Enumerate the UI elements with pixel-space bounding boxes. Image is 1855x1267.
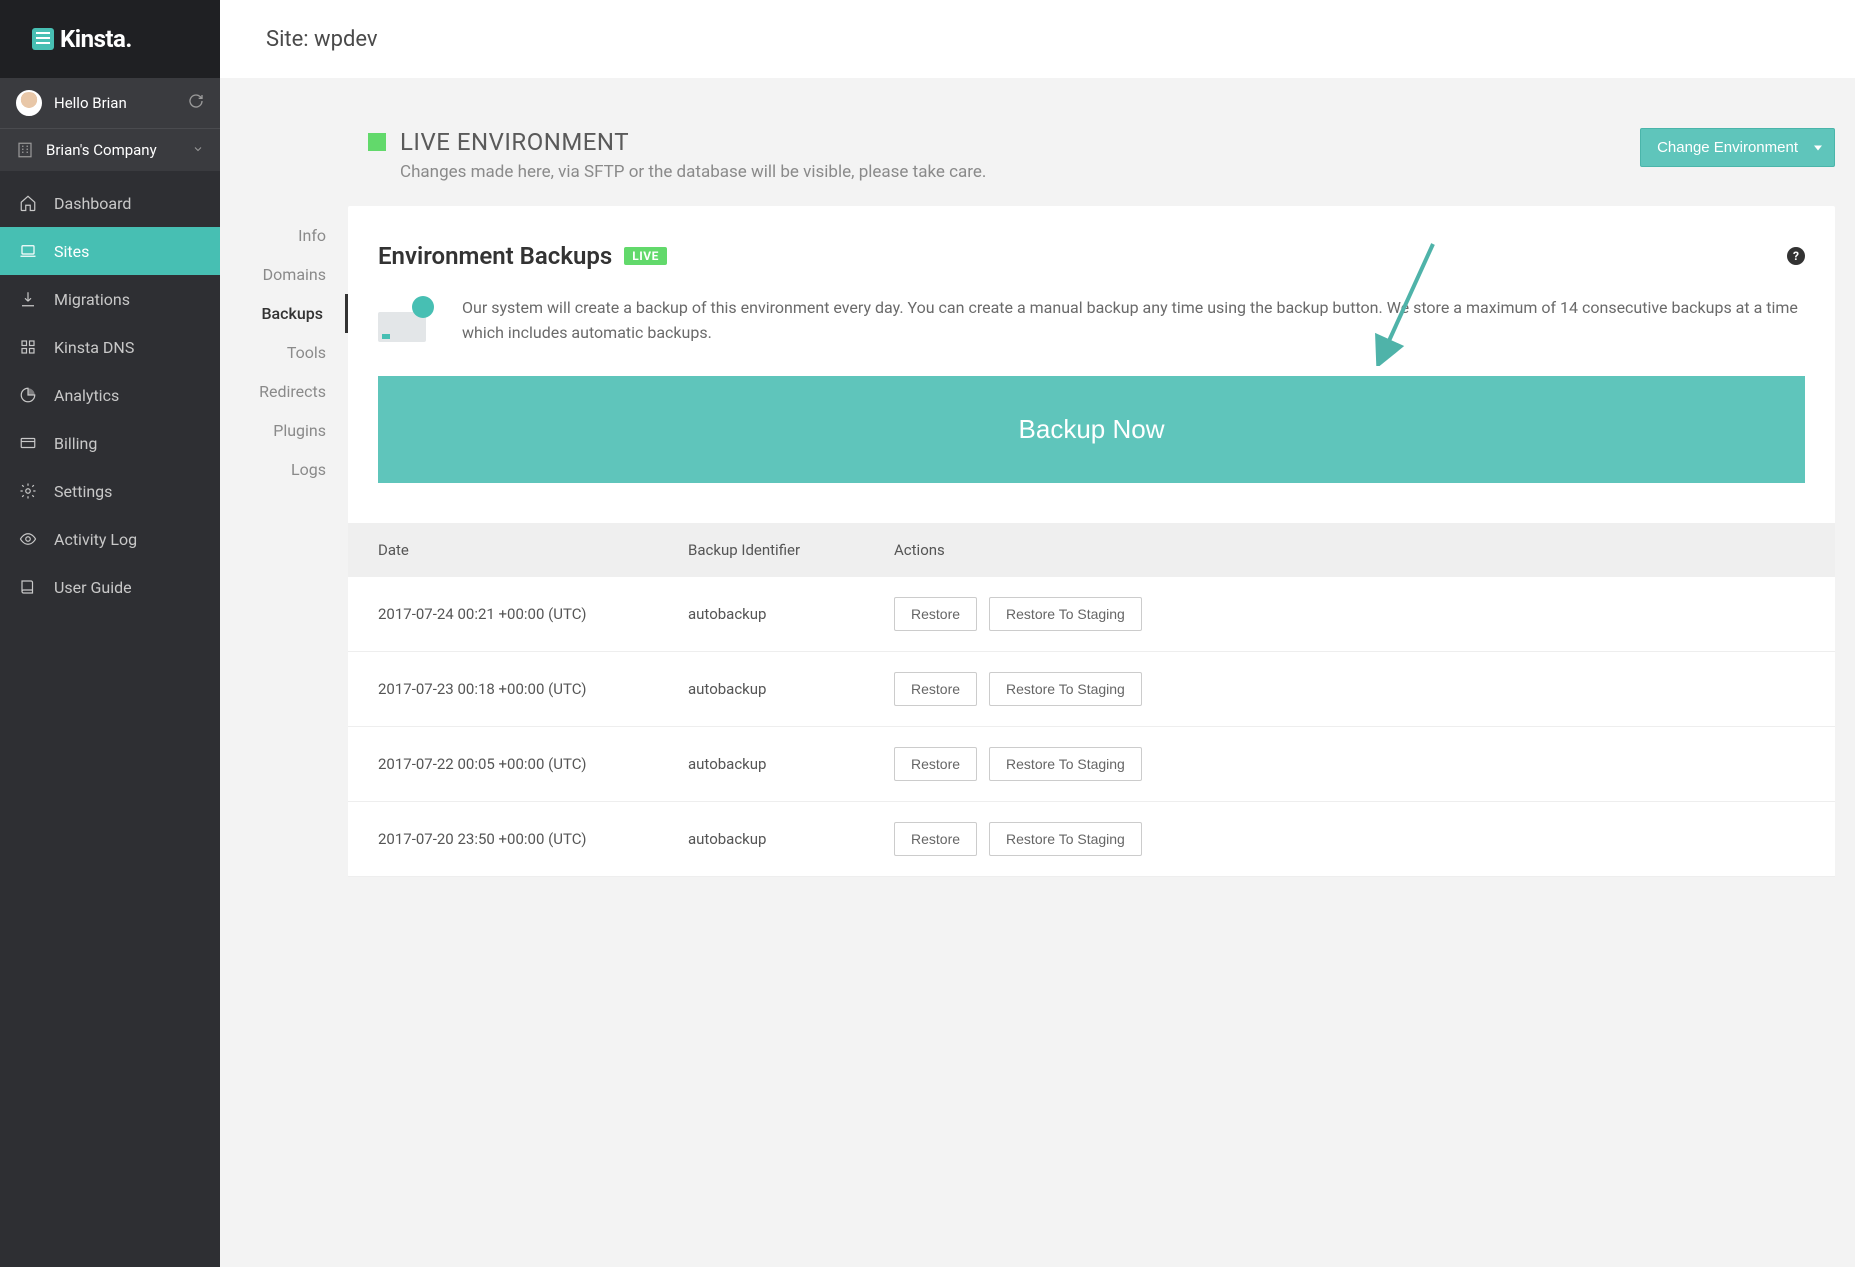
backup-date: 2017-07-24 00:21 +00:00 (UTC) — [378, 605, 688, 623]
subnav-item-redirects[interactable]: Redirects — [220, 372, 348, 411]
grid-icon — [18, 337, 38, 357]
info-row: Our system will create a backup of this … — [378, 296, 1805, 346]
help-icon[interactable]: ? — [1787, 247, 1805, 265]
backup-identifier: autobackup — [688, 605, 894, 623]
sidebar-item-label: Analytics — [54, 386, 119, 405]
backup-now-button[interactable]: Backup Now — [378, 376, 1805, 483]
building-icon — [16, 141, 34, 159]
sidebar-item-analytics[interactable]: Analytics — [0, 371, 220, 419]
user-block: Hello Brian Brian's Company — [0, 78, 220, 171]
table-row: 2017-07-23 00:18 +00:00 (UTC)autobackupR… — [348, 652, 1835, 727]
table-row: 2017-07-20 23:50 +00:00 (UTC)autobackupR… — [348, 802, 1835, 877]
env-title: LIVE ENVIRONMENT — [400, 128, 986, 156]
eye-icon — [18, 529, 38, 549]
company-selector[interactable]: Brian's Company — [0, 128, 220, 171]
backups-table: Date Backup Identifier Actions 2017-07-2… — [348, 523, 1835, 877]
sidebar-item-label: Settings — [54, 482, 112, 501]
user-row[interactable]: Hello Brian — [0, 78, 220, 128]
col-header-date: Date — [378, 541, 688, 559]
sidebar-item-dashboard[interactable]: Dashboard — [0, 179, 220, 227]
logo-text: Kinsta. — [60, 25, 132, 53]
topbar: Site: wpdev — [220, 0, 1855, 78]
main: Site: wpdev LIVE ENVIRONMENT Changes mad… — [220, 0, 1855, 1267]
subnav-item-logs[interactable]: Logs — [220, 450, 348, 489]
refresh-icon[interactable] — [188, 93, 204, 113]
sidebar-item-label: Activity Log — [54, 530, 137, 549]
chevron-down-icon — [192, 143, 204, 158]
sidebar-item-label: User Guide — [54, 578, 132, 597]
restore-to-staging-button[interactable]: Restore To Staging — [989, 822, 1142, 856]
avatar — [16, 90, 42, 116]
page-title: Site: wpdev — [266, 27, 378, 52]
restore-to-staging-button[interactable]: Restore To Staging — [989, 597, 1142, 631]
info-text: Our system will create a backup of this … — [462, 296, 1805, 346]
table-row: 2017-07-22 00:05 +00:00 (UTC)autobackupR… — [348, 727, 1835, 802]
logo[interactable]: Kinsta. — [32, 25, 132, 53]
sidebar-item-migrations[interactable]: Migrations — [0, 275, 220, 323]
subnav-item-backups[interactable]: Backups — [220, 294, 348, 333]
sidebar-item-label: Migrations — [54, 290, 130, 309]
backup-identifier: autobackup — [688, 680, 894, 698]
download-icon — [18, 289, 38, 309]
content-shell: LIVE ENVIRONMENT Changes made here, via … — [220, 78, 1855, 1267]
restore-to-staging-button[interactable]: Restore To Staging — [989, 747, 1142, 781]
sidebar-item-label: Billing — [54, 434, 97, 453]
subnav-item-tools[interactable]: Tools — [220, 333, 348, 372]
user-greeting: Hello Brian — [54, 94, 176, 112]
sidebar-item-activity-log[interactable]: Activity Log — [0, 515, 220, 563]
live-badge: LIVE — [624, 247, 667, 265]
change-environment-button[interactable]: Change Environment — [1640, 128, 1835, 167]
restore-button[interactable]: Restore — [894, 822, 977, 856]
sidebar-item-sites[interactable]: Sites — [0, 227, 220, 275]
card-icon — [18, 433, 38, 453]
pie-icon — [18, 385, 38, 405]
restore-button[interactable]: Restore — [894, 597, 977, 631]
col-header-actions: Actions — [894, 541, 1805, 559]
subnav-item-plugins[interactable]: Plugins — [220, 411, 348, 450]
gear-icon — [18, 481, 38, 501]
subnav-item-info[interactable]: Info — [220, 216, 348, 255]
env-status-square — [368, 133, 386, 151]
laptop-icon — [18, 241, 38, 261]
restore-button[interactable]: Restore — [894, 672, 977, 706]
logo-area: Kinsta. — [0, 0, 220, 78]
panel-title: Environment Backups — [378, 242, 612, 270]
sidebar-item-settings[interactable]: Settings — [0, 467, 220, 515]
home-icon — [18, 193, 38, 213]
environment-banner: LIVE ENVIRONMENT Changes made here, via … — [220, 78, 1855, 206]
table-header: Date Backup Identifier Actions — [348, 523, 1835, 577]
table-row: 2017-07-24 00:21 +00:00 (UTC)autobackupR… — [348, 577, 1835, 652]
download-icon — [412, 296, 434, 318]
site-subnav: InfoDomainsBackupsToolsRedirectsPluginsL… — [220, 206, 348, 877]
sidebar-item-label: Sites — [54, 242, 89, 261]
subnav-item-domains[interactable]: Domains — [220, 255, 348, 294]
sidebar-item-billing[interactable]: Billing — [0, 419, 220, 467]
restore-to-staging-button[interactable]: Restore To Staging — [989, 672, 1142, 706]
logo-icon — [32, 28, 54, 50]
main-nav: Dashboard Sites Migrations Kinsta DNS Analyt… — [0, 171, 220, 611]
sidebar-item-user-guide[interactable]: User Guide — [0, 563, 220, 611]
backup-date: 2017-07-23 00:18 +00:00 (UTC) — [378, 680, 688, 698]
book-icon — [18, 577, 38, 597]
backup-date: 2017-07-22 00:05 +00:00 (UTC) — [378, 755, 688, 773]
company-name: Brian's Company — [46, 141, 180, 159]
backup-date: 2017-07-20 23:50 +00:00 (UTC) — [378, 830, 688, 848]
backups-panel: Environment Backups LIVE ? Our system wi… — [348, 206, 1835, 877]
col-header-id: Backup Identifier — [688, 541, 894, 559]
backup-identifier: autobackup — [688, 830, 894, 848]
sidebar-item-label: Kinsta DNS — [54, 338, 134, 357]
restore-button[interactable]: Restore — [894, 747, 977, 781]
backup-illustration — [378, 296, 434, 342]
sidebar-item-label: Dashboard — [54, 194, 131, 213]
sidebar-item-kinsta-dns[interactable]: Kinsta DNS — [0, 323, 220, 371]
backup-identifier: autobackup — [688, 755, 894, 773]
sidebar: Kinsta. Hello Brian Brian's Company — [0, 0, 220, 1267]
env-description: Changes made here, via SFTP or the datab… — [400, 162, 986, 182]
